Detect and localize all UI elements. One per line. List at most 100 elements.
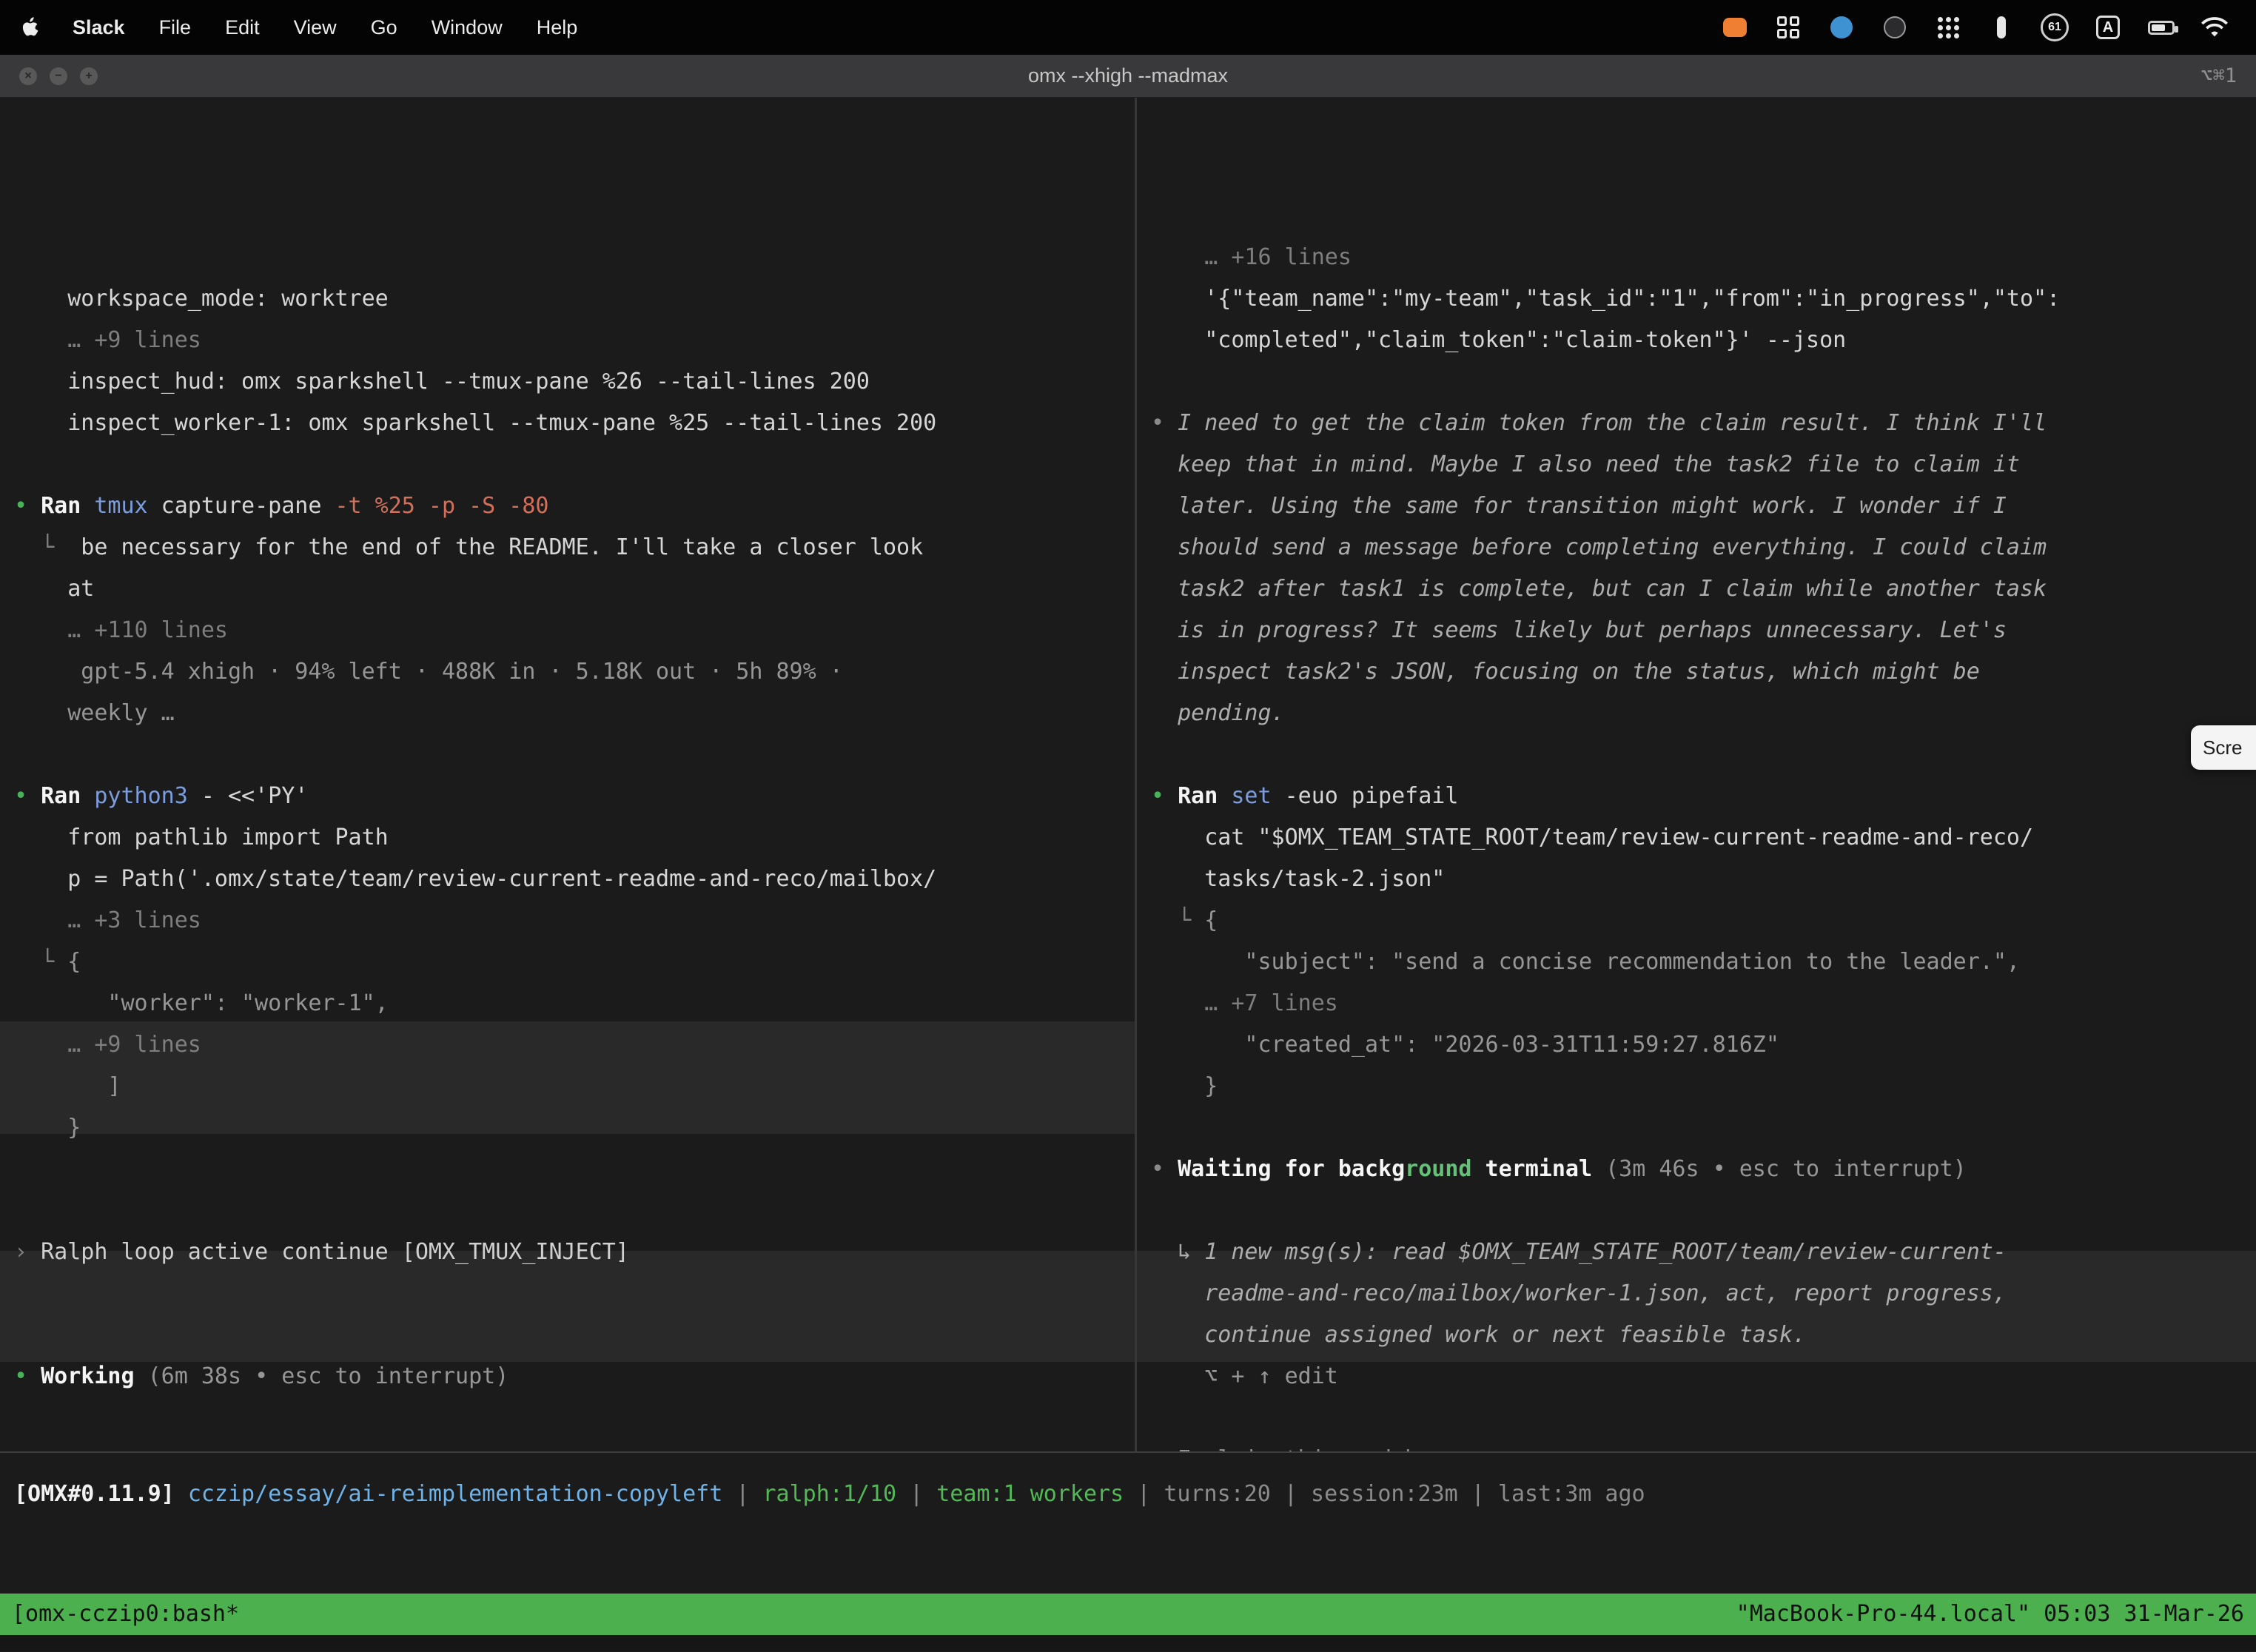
text-segment: should send a message before completing … xyxy=(1178,534,2047,560)
text-segment: ] xyxy=(107,1073,121,1099)
text-segment: round xyxy=(1405,1156,1471,1182)
text-segment: › xyxy=(14,1239,41,1265)
menu-item-view[interactable]: View xyxy=(294,16,337,39)
dots-grid-icon[interactable] xyxy=(1927,10,1969,45)
screen-overlay-button[interactable]: Scre xyxy=(2191,725,2256,770)
hud-segment: | xyxy=(1271,1481,1311,1507)
terminal-line xyxy=(14,1190,1135,1232)
terminal-line: … +9 lines xyxy=(14,1024,1135,1066)
terminal-line: "completed","claim_token":"claim-token"}… xyxy=(1151,320,2256,361)
screen-recording-indicator-icon[interactable] xyxy=(1714,10,1756,45)
terminal-line: ↳ 1 new msg(s): read $OMX_TEAM_STATE_ROO… xyxy=(1151,1232,2256,1273)
close-button[interactable]: × xyxy=(19,67,37,85)
hud-segment: turns:20 xyxy=(1164,1481,1271,1507)
text-segment: Ralph loop active continue [OMX_TMUX_INJ… xyxy=(41,1239,629,1265)
terminal-line xyxy=(14,1397,1135,1439)
terminal-line: • Ran python3 - <<'PY' xyxy=(14,776,1135,817)
menu-item-window[interactable]: Window xyxy=(432,16,503,39)
terminal-line: } xyxy=(1151,1066,2256,1107)
minimize-button[interactable]: − xyxy=(50,67,67,85)
zoom-button[interactable]: + xyxy=(80,67,98,85)
apple-menu-icon[interactable] xyxy=(21,17,38,38)
text-segment: • xyxy=(14,783,41,809)
terminal-line: › Explain this codebase xyxy=(1151,1439,2256,1451)
text-segment: tasks/task-2.json" xyxy=(1204,866,1445,892)
text-segment: … +3 lines xyxy=(67,907,201,933)
terminal-pane-right: … +16 lines'{"team_name":"my-team","task… xyxy=(1137,98,2256,1451)
menu-item-edit[interactable]: Edit xyxy=(225,16,260,39)
text-segment: terminal xyxy=(1471,1156,1592,1182)
text-segment: gpt-5.4 xhigh · 94% left · 488K in · 5.1… xyxy=(81,659,843,685)
pill-icon[interactable] xyxy=(1981,10,2022,45)
terminal-line: '{"team_name":"my-team","task_id":"1","f… xyxy=(1151,278,2256,320)
menu-app-name[interactable]: Slack xyxy=(73,16,125,39)
menu-item-go[interactable]: Go xyxy=(371,16,397,39)
terminal-line: … +3 lines xyxy=(14,900,1135,941)
dark-app-icon[interactable] xyxy=(1874,10,1916,45)
text-segment: continue assigned work or next feasible … xyxy=(1204,1322,1806,1348)
text-segment: later. Using the same for transition mig… xyxy=(1178,493,2007,519)
blue-app-icon[interactable] xyxy=(1821,10,1862,45)
wifi-icon[interactable] xyxy=(2194,10,2235,45)
traffic-lights: × − + xyxy=(19,67,98,85)
terminal-line: pending. xyxy=(1151,693,2256,734)
text-segment: p = Path('.omx/state/team/review-current… xyxy=(67,866,936,892)
terminal-line xyxy=(1151,1397,2256,1439)
text-segment: - <<'PY' xyxy=(188,783,309,809)
text-segment: • xyxy=(14,1363,41,1389)
text-segment: … +9 lines xyxy=(67,1032,201,1058)
text-segment: readme-and-reco/mailbox/worker-1.json, a… xyxy=(1204,1280,2007,1306)
hud-segment: [OMX#0.11.9] xyxy=(14,1481,188,1507)
hud-segment: cczip/essay/ai-reimplementation-copyleft xyxy=(188,1481,722,1507)
window-title-bar: × − + omx --xhigh --madmax ⌥⌘1 xyxy=(0,55,2256,98)
grid-icon[interactable] xyxy=(1767,10,1809,45)
text-segment: cat "$OMX_TEAM_STATE_ROOT/team/review-cu… xyxy=(1204,825,2033,850)
text-segment: inspect_worker-1: omx sparkshell --tmux-… xyxy=(67,410,936,436)
terminal-line: continue assigned work or next feasible … xyxy=(1151,1314,2256,1356)
text-segment: ↳ 1 new msg(s): read $OMX_TEAM_STATE_ROO… xyxy=(1178,1239,2007,1265)
terminal-line: from pathlib import Path xyxy=(14,817,1135,859)
terminal-line: workspace_mode: worktree xyxy=(14,278,1135,320)
text-segment: capture-pane xyxy=(148,493,335,519)
hud-segment: session:23m xyxy=(1311,1481,1458,1507)
menu-item-file[interactable]: File xyxy=(159,16,192,39)
battery-icon[interactable] xyxy=(2141,10,2182,45)
terminal-line: • Working (6m 38s • esc to interrupt) xyxy=(14,1356,1135,1397)
terminal-panes: workspace_mode: worktree … +9 lines inspec… xyxy=(0,98,2256,1453)
text-segment: • xyxy=(1151,783,1178,809)
terminal-line: … +16 lines xyxy=(1151,237,2256,278)
terminal-line xyxy=(14,1149,1135,1190)
text-segment: workspace_mode: worktree xyxy=(67,286,388,312)
terminal-line: at xyxy=(14,568,1135,610)
text-segment: Ran xyxy=(1178,783,1231,809)
terminal-pane-left: workspace_mode: worktree … +9 lines inspec… xyxy=(0,98,1137,1451)
text-segment: (6m 38s • esc to interrupt) xyxy=(135,1363,509,1389)
hud-segment: last:3m ago xyxy=(1498,1481,1645,1507)
text-segment: "subject": "send a concise recommendatio… xyxy=(1244,949,2020,975)
terminal-line: p = Path('.omx/state/team/review-current… xyxy=(14,859,1135,900)
terminal-line: inspect task2's JSON, focusing on the st… xyxy=(1151,651,2256,693)
menu-item-help[interactable]: Help xyxy=(537,16,578,39)
terminal-line: … +9 lines xyxy=(14,320,1135,361)
text-segment: • xyxy=(1151,410,1178,436)
terminal-line xyxy=(1151,1107,2256,1149)
terminal-line: "created_at": "2026-03-31T11:59:27.816Z" xyxy=(1151,1024,2256,1066)
hud-segment: | xyxy=(722,1481,762,1507)
terminal-line: └ { xyxy=(14,941,1135,983)
pane-right-lines: … +16 lines'{"team_name":"my-team","task… xyxy=(1151,237,2256,1451)
menu-bar: Slack File Edit View Go Window Help 61 A xyxy=(0,0,2256,55)
terminal-line: ⌥ + ↑ edit xyxy=(1151,1356,2256,1397)
input-source-icon[interactable]: A xyxy=(2087,10,2129,45)
terminal-line xyxy=(1151,1190,2256,1232)
text-segment: from pathlib import Path xyxy=(67,825,388,850)
text-segment: … +110 lines xyxy=(67,617,228,643)
omx-status-line: [OMX#0.11.9] cczip/essay/ai-reimplementa… xyxy=(0,1453,2256,1520)
terminal-line: └ be necessary for the end of the README… xyxy=(14,527,1135,568)
terminal-line xyxy=(14,444,1135,486)
text-segment: keep that in mind. Maybe I also need the… xyxy=(1178,451,2020,477)
battery-percent-icon[interactable]: 61 xyxy=(2034,10,2075,45)
terminal-line: • Ran set -euo pipefail xyxy=(1151,776,2256,817)
text-segment: weekly … xyxy=(67,700,175,726)
terminal-line: • Ran tmux capture-pane -t %25 -p -S -80 xyxy=(14,486,1135,527)
terminal: workspace_mode: worktree … +9 lines inspec… xyxy=(0,98,2256,1651)
